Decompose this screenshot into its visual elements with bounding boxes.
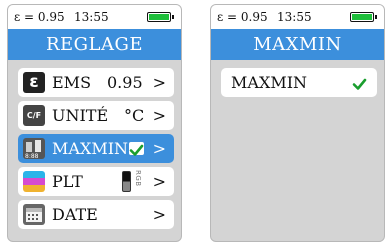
chevron-right-icon: >: [152, 172, 166, 191]
palette-icon: [23, 171, 45, 192]
unit-icon: C/F: [23, 105, 45, 126]
menu-item-date[interactable]: DATE >: [18, 200, 174, 229]
status-bar: ε = 0.95 13:55: [8, 5, 181, 29]
palette-value: RGB: [134, 170, 142, 187]
page-title: MAXMIN: [211, 29, 384, 60]
rgb-bar-icon: [122, 171, 131, 192]
menu-item-label: DATE: [52, 205, 98, 224]
emissivity-icon: ε: [23, 72, 45, 93]
unit-value: °C: [124, 106, 145, 125]
chevron-right-icon: >: [152, 73, 166, 92]
calendar-icon: [23, 204, 45, 225]
checkmark-icon: [129, 142, 144, 156]
ems-value: 0.95: [107, 73, 143, 92]
maxmin-icon: 8:88: [23, 138, 45, 160]
chevron-right-icon: >: [152, 205, 166, 224]
menu-item-label: MAXMIN: [52, 139, 129, 158]
chevron-right-icon: >: [152, 106, 166, 125]
clock: 13:55: [74, 10, 109, 24]
maxmin-toggle[interactable]: MAXMIN: [221, 68, 377, 97]
battery-icon: [350, 12, 377, 22]
maxmin-screen: ε = 0.95 13:55 MAXMIN MAXMIN: [210, 4, 385, 242]
menu-item-label: PLT: [52, 172, 83, 191]
menu-item-ems[interactable]: ε EMS 0.95 >: [18, 68, 174, 97]
maxmin-label: MAXMIN: [231, 73, 308, 92]
clock: 13:55: [277, 10, 312, 24]
menu-item-maxmin[interactable]: 8:88 MAXMIN >: [18, 134, 174, 163]
menu-item-palette[interactable]: PLT RGB >: [18, 167, 174, 196]
menu-item-label: UNITÉ: [52, 106, 109, 125]
emissivity-readout: ε = 0.95: [217, 10, 268, 24]
checkmark-icon: [352, 76, 367, 90]
chevron-right-icon: >: [152, 139, 166, 158]
status-bar: ε = 0.95 13:55: [211, 5, 384, 29]
settings-screen: ε = 0.95 13:55 REGLAGE ε EMS 0.95 > C/F …: [7, 4, 182, 242]
menu-item-label: EMS: [52, 73, 92, 92]
menu-item-unit[interactable]: C/F UNITÉ °C >: [18, 101, 174, 130]
battery-icon: [147, 12, 174, 22]
svg-text:8:88: 8:88: [25, 153, 39, 159]
emissivity-readout: ε = 0.95: [14, 10, 65, 24]
page-title: REGLAGE: [8, 29, 181, 60]
